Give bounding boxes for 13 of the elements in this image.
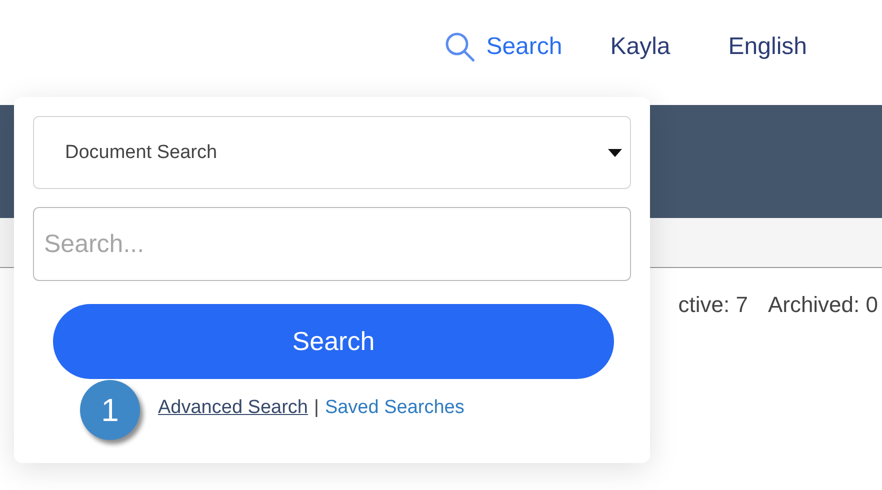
search-button[interactable]: Search [53, 304, 614, 379]
search-field[interactable]: Search... [33, 207, 631, 281]
search-link[interactable]: Search [444, 30, 562, 62]
separator: | [314, 397, 319, 419]
count-label: Archived: 0 [768, 292, 878, 318]
user-menu[interactable]: Kayla [610, 32, 670, 60]
language-menu[interactable]: English [728, 32, 807, 60]
count-label: ctive: 7 [678, 292, 748, 318]
search-icon [444, 30, 476, 62]
caret-icon [608, 148, 622, 156]
search-type-select[interactable]: Document Search [33, 116, 631, 189]
popup-link[interactable]: Advanced Search [158, 397, 308, 419]
popup-link[interactable]: Saved Searches [324, 397, 464, 419]
